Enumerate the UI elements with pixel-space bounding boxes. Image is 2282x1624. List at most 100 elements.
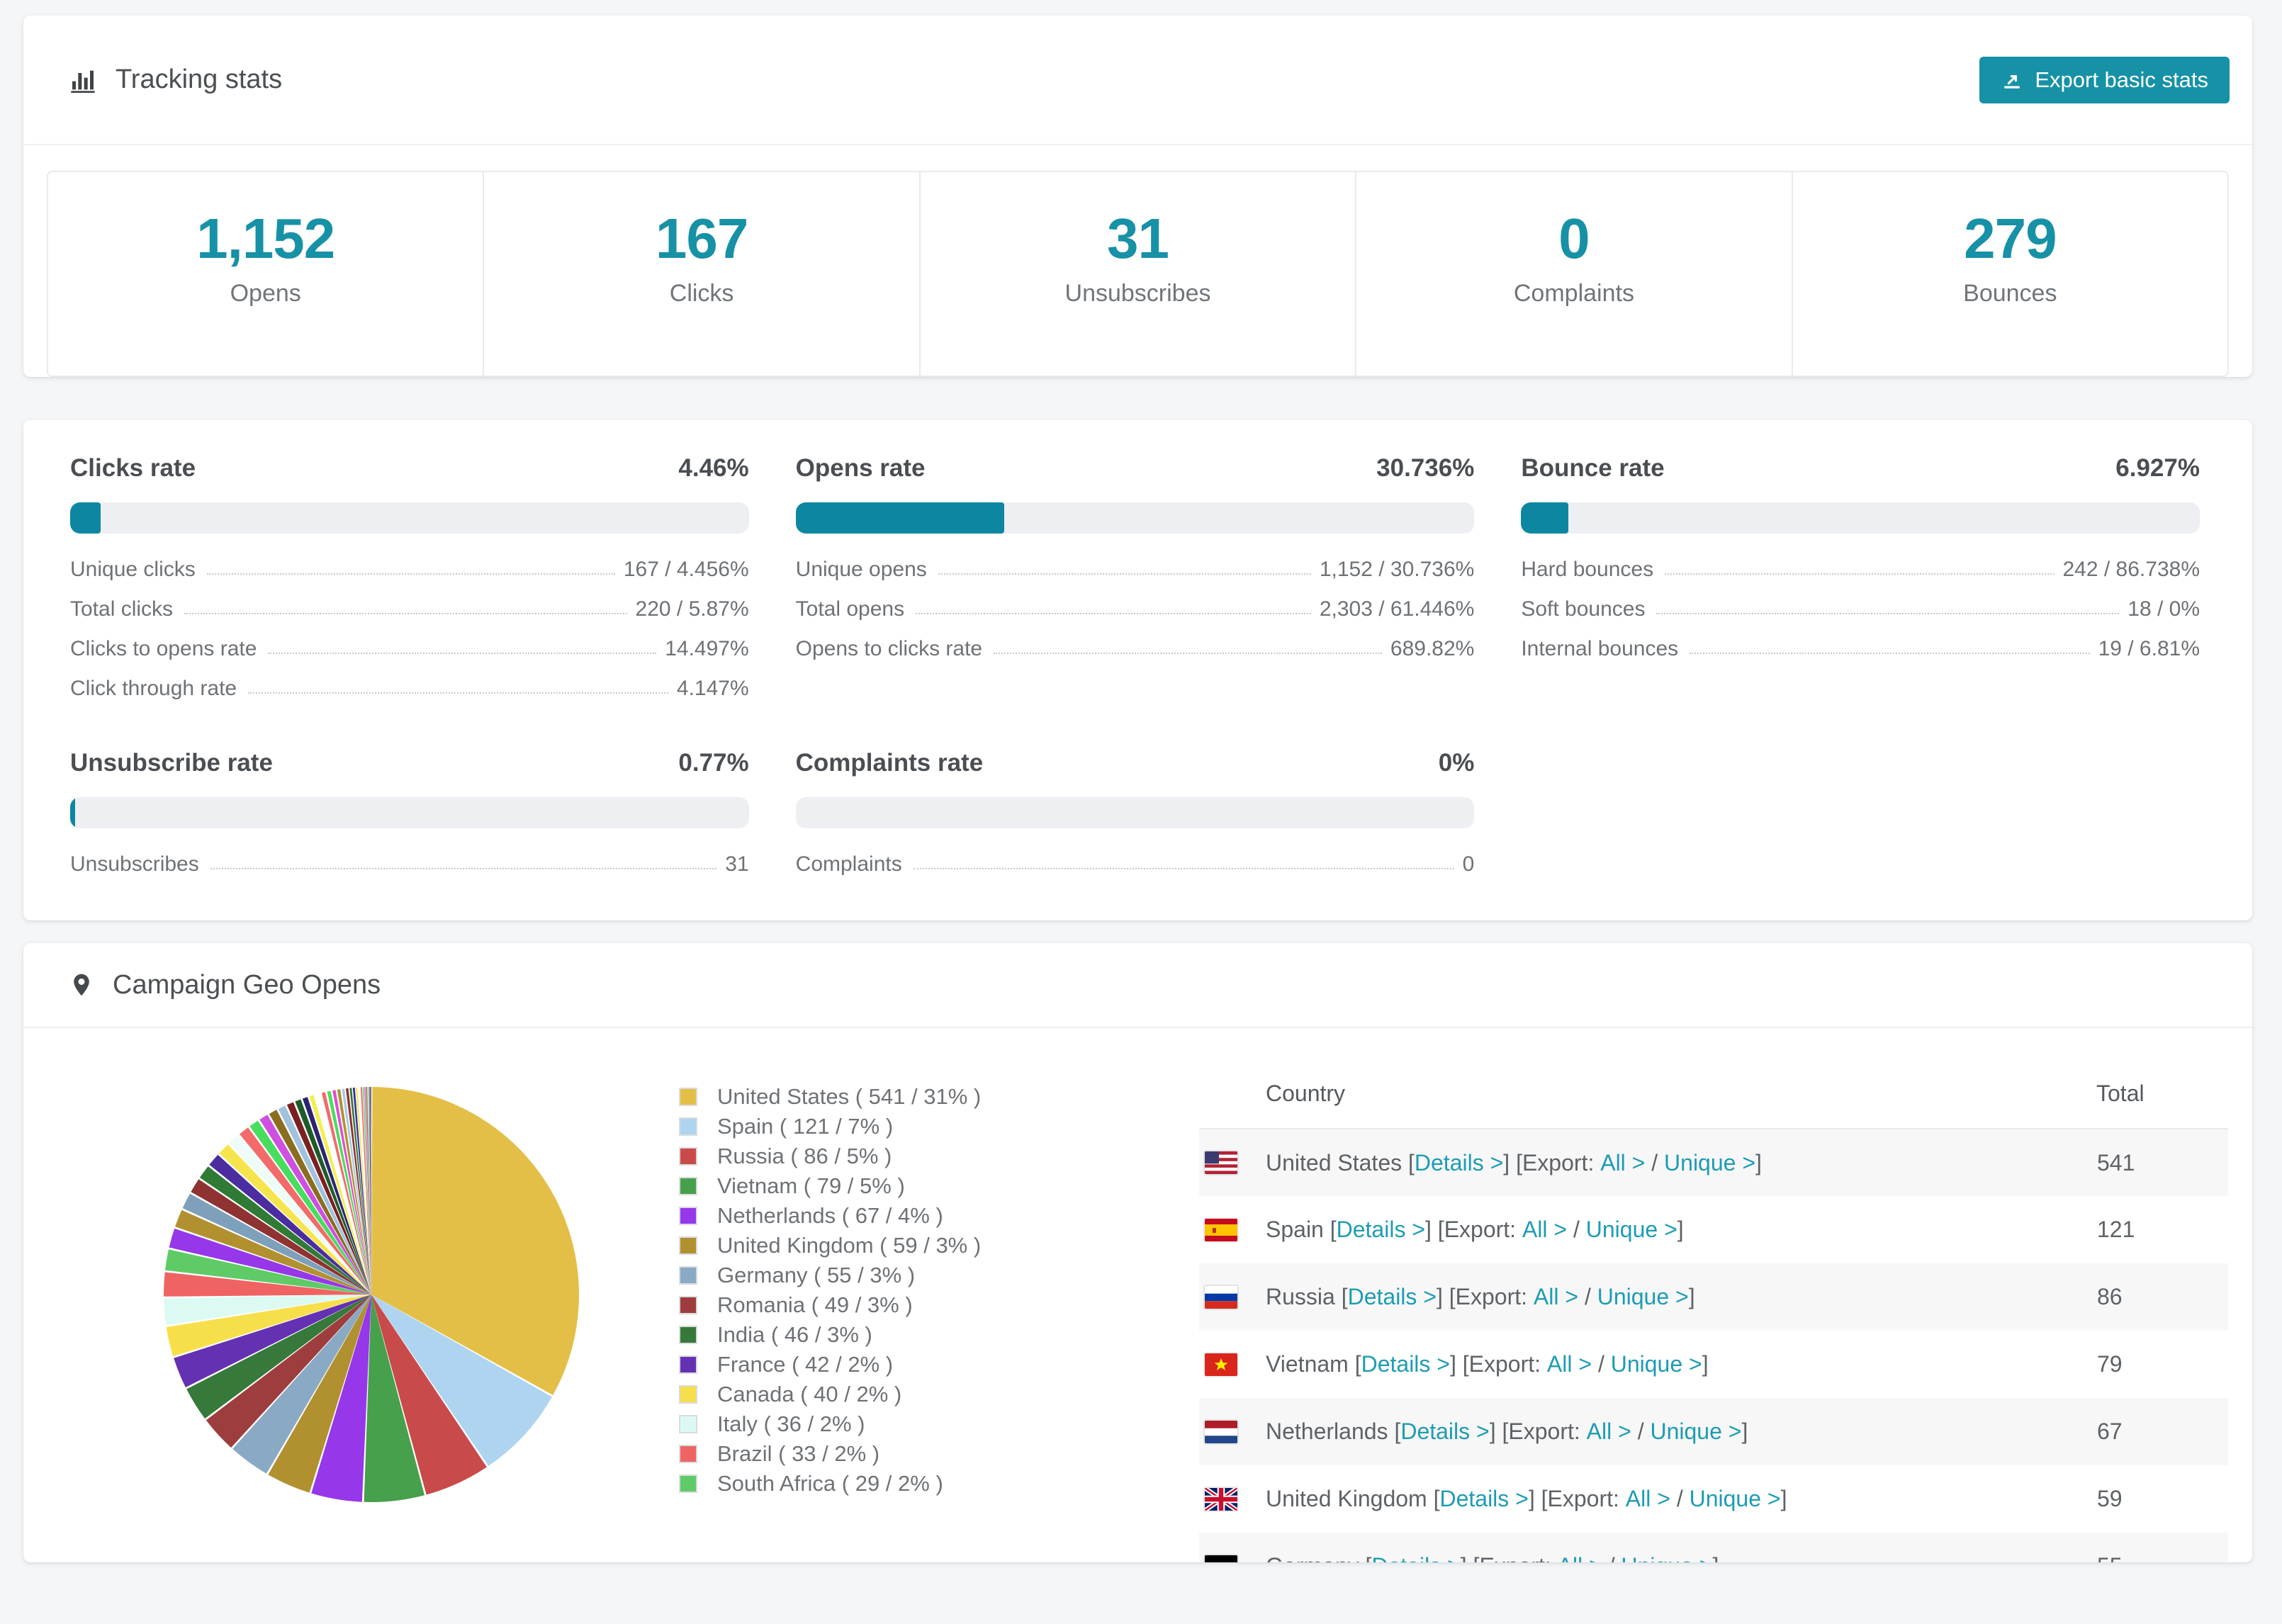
- export-all-link[interactable]: All >: [1547, 1351, 1592, 1377]
- export-unique-link[interactable]: Unique >: [1650, 1419, 1741, 1445]
- country-name: Vietnam [: [1266, 1351, 1361, 1377]
- export-all-link[interactable]: All >: [1534, 1284, 1578, 1310]
- rate-detail-row: Clicks to opens rate 14.497%: [70, 624, 749, 664]
- geo-header: Campaign Geo Opens: [23, 943, 2252, 1028]
- legend-item: United Kingdom ( 59 / 3% ): [679, 1231, 1023, 1261]
- stat-box: 167 Clicks: [483, 172, 918, 376]
- legend-label: Germany ( 55 / 3% ): [717, 1263, 916, 1287]
- details-link[interactable]: Details >: [1348, 1284, 1437, 1310]
- geo-table-row: Russia [Details >] [Export: All > / Uniq…: [1199, 1263, 2228, 1331]
- dotted-leader: [994, 653, 1382, 654]
- rate-title: Unsubscribe rate: [70, 749, 273, 777]
- stat-label: Bounces: [1963, 280, 2057, 307]
- legend-swatch: [679, 1445, 697, 1463]
- geo-pie-chart[interactable]: [159, 1078, 584, 1562]
- legend-label: South Africa ( 29 / 2% ): [717, 1471, 943, 1496]
- rate-detail-value: 220 / 5.87%: [635, 597, 749, 621]
- dotted-leader: [210, 868, 717, 869]
- country-total: 79: [2097, 1351, 2123, 1377]
- dotted-leader: [938, 573, 1311, 575]
- export-unique-link[interactable]: Unique >: [1690, 1486, 1781, 1512]
- rate-detail-label: Unsubscribes: [70, 852, 199, 876]
- rate-detail-row: Internal bounces 19 / 6.81%: [1521, 624, 2200, 664]
- rate-detail-value: 18 / 0%: [2128, 597, 2200, 621]
- rate-detail-row: Opens to clicks rate 689.82%: [796, 624, 1475, 664]
- legend-label: Vietnam ( 79 / 5% ): [717, 1173, 905, 1198]
- rate-detail-row: Total opens 2,303 / 61.446%: [796, 585, 1475, 624]
- flag-icon-es: [1205, 1218, 1237, 1241]
- legend-item: Romania ( 49 / 3% ): [679, 1290, 1023, 1320]
- stat-label: Unsubscribes: [1064, 280, 1211, 307]
- details-link[interactable]: Details >: [1361, 1351, 1450, 1377]
- rate-detail-value: 19 / 6.81%: [2098, 637, 2200, 660]
- rate-progress-track: [795, 502, 1475, 534]
- rate-detail-row: Unsubscribes 31: [70, 840, 749, 879]
- rate-detail-value: 31: [725, 852, 749, 876]
- export-all-link[interactable]: All >: [1600, 1150, 1645, 1176]
- geo-table-row: Spain [Details >] [Export: All > / Uniqu…: [1199, 1196, 2228, 1263]
- export-icon: [2001, 69, 2023, 91]
- legend-item: France ( 42 / 2% ): [679, 1350, 1023, 1380]
- rate-block: Clicks rate 4.46% Unique clicks 167 / 4.…: [70, 454, 749, 704]
- export-unique-link[interactable]: Unique >: [1586, 1217, 1677, 1243]
- country-name: Netherlands [: [1266, 1419, 1401, 1444]
- export-unique-link[interactable]: Unique >: [1611, 1351, 1702, 1377]
- rate-detail-label: Internal bounces: [1521, 637, 1679, 660]
- country-total: 541: [2097, 1149, 2135, 1175]
- export-unique-link[interactable]: Unique >: [1621, 1553, 1713, 1562]
- export-all-link[interactable]: All >: [1626, 1486, 1670, 1512]
- country-name: Spain [: [1266, 1217, 1337, 1242]
- legend-item: Vietnam ( 79 / 5% ): [679, 1171, 1023, 1201]
- rate-detail-label: Complaints: [795, 852, 902, 876]
- legend-label: Russia ( 86 / 5% ): [717, 1144, 892, 1168]
- export-unique-link[interactable]: Unique >: [1597, 1284, 1689, 1310]
- legend-label: Romania ( 49 / 3% ): [717, 1292, 913, 1317]
- rate-detail-row: Total clicks 220 / 5.87%: [70, 585, 749, 624]
- details-link[interactable]: Details >: [1371, 1553, 1460, 1562]
- rate-detail-value: 689.82%: [1390, 637, 1475, 660]
- legend-item: Russia ( 86 / 5% ): [679, 1141, 1023, 1171]
- total-column-header: Total: [2096, 1059, 2228, 1129]
- geo-table: Country Total United States [Details >] …: [1199, 1059, 2228, 1562]
- export-all-link[interactable]: All >: [1522, 1217, 1567, 1243]
- stat-value: 167: [655, 207, 748, 270]
- rate-progress-track: [70, 502, 749, 534]
- details-link[interactable]: Details >: [1400, 1419, 1489, 1445]
- stat-box: 1,152 Opens: [48, 172, 483, 376]
- geo-table-row: Vietnam [Details >] [Export: All > / Uni…: [1199, 1331, 2228, 1398]
- geo-table-body: United States [Details >] [Export: All >…: [1199, 1129, 2228, 1562]
- country-total: 67: [2097, 1419, 2123, 1444]
- flag-icon-ru: [1205, 1285, 1237, 1309]
- rate-detail-label: Soft bounces: [1521, 597, 1646, 621]
- rate-block: Opens rate 30.736% Unique opens 1,152 / …: [795, 454, 1475, 704]
- export-basic-stats-button[interactable]: Export basic stats: [1979, 56, 2230, 103]
- export-all-link[interactable]: All >: [1558, 1553, 1602, 1562]
- flag-icon-vn: [1205, 1353, 1237, 1376]
- rate-progress-fill: [795, 502, 1004, 534]
- export-unique-link[interactable]: Unique >: [1664, 1150, 1755, 1176]
- legend-swatch: [679, 1236, 697, 1255]
- legend-swatch: [679, 1117, 697, 1136]
- legend-item: Canada ( 40 / 2% ): [679, 1380, 1023, 1409]
- details-link[interactable]: Details >: [1337, 1217, 1425, 1243]
- details-link[interactable]: Details >: [1439, 1486, 1528, 1512]
- bar-chart-icon: [69, 66, 97, 94]
- rate-detail-value: 4.147%: [676, 677, 749, 700]
- legend-swatch: [679, 1326, 697, 1344]
- stat-label: Opens: [230, 280, 301, 307]
- stats-row: 1,152 Opens 167 Clicks 31 Unsubscribes 0 Co…: [47, 171, 2229, 377]
- rate-progress-fill: [70, 502, 101, 534]
- country-column-header: Country: [1199, 1059, 2096, 1129]
- legend-swatch: [679, 1088, 697, 1106]
- export-all-link[interactable]: All >: [1587, 1419, 1631, 1445]
- details-link[interactable]: Details >: [1415, 1150, 1503, 1176]
- legend-item: South Africa ( 29 / 2% ): [679, 1469, 1023, 1499]
- geo-table-row: Netherlands [Details >] [Export: All > /…: [1199, 1398, 2228, 1465]
- rate-detail-label: Unique opens: [795, 558, 927, 581]
- rate-detail-label: Total clicks: [70, 597, 174, 621]
- stat-box: 31 Unsubscribes: [918, 172, 1355, 376]
- rate-detail-label: Click through rate: [70, 677, 237, 700]
- rate-value: 30.736%: [1376, 454, 1475, 482]
- country-total: 121: [2097, 1217, 2135, 1242]
- geo-table-header-row: Country Total: [1199, 1059, 2228, 1129]
